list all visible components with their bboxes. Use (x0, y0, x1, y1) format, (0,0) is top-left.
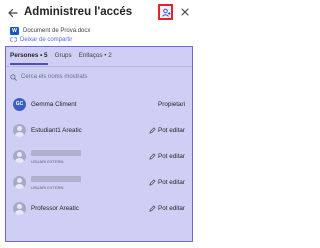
permission-dropdown[interactable]: Pot editar (149, 127, 185, 134)
avatar (13, 124, 26, 137)
share-people-icon (162, 8, 171, 17)
permission-dropdown[interactable]: Pot editar (149, 179, 185, 186)
permission-dropdown[interactable]: Pot editar (149, 153, 185, 160)
person-name: Estudiant1 Areatic (31, 127, 82, 134)
list-item[interactable]: Professor Areatic Pot editar (9, 198, 191, 220)
back-arrow-icon[interactable] (8, 8, 18, 18)
permission-label: Pot editar (158, 179, 185, 186)
avatar (13, 202, 26, 215)
tab-links[interactable]: Enllaços • 2 (79, 51, 112, 65)
pencil-icon (149, 179, 156, 186)
person-name: Professor Areatic (31, 205, 79, 212)
tab-list: Persones • 5 Grups Enllaços • 2 (10, 51, 119, 65)
tab-groups[interactable]: Grups (55, 51, 72, 65)
person-subtitle: USUARI EXTERN (31, 159, 64, 164)
list-item[interactable]: GC Gemma Climent Propietari (9, 94, 191, 116)
permission-dropdown[interactable]: Pot editar (149, 205, 185, 212)
stop-sharing-link[interactable]: Deixar de compartir (10, 35, 72, 44)
page-title: Administreu l'accés (24, 6, 133, 18)
avatar: GC (13, 98, 26, 111)
list-item[interactable]: USUARI EXTERN Pot editar (9, 172, 191, 194)
list-item[interactable]: Estudiant1 Areatic Pot editar (9, 120, 191, 142)
permission-label: Pot editar (158, 153, 185, 160)
header: Administreu l'accés (0, 0, 200, 26)
avatar (13, 150, 26, 163)
unlink-icon (10, 37, 17, 42)
share-people-button[interactable] (158, 4, 173, 20)
permission-label: Pot editar (158, 127, 185, 134)
person-subtitle: USUARI EXTERN (31, 185, 64, 190)
word-document-icon: W (10, 27, 19, 35)
stop-sharing-label: Deixar de compartir (20, 36, 73, 43)
permission-label: Pot editar (158, 205, 185, 212)
redacted-name (31, 176, 81, 182)
pencil-icon (149, 205, 156, 212)
close-icon[interactable] (180, 7, 190, 17)
person-name: Gemma Climent (31, 101, 77, 108)
pencil-icon (149, 153, 156, 160)
tab-people[interactable]: Persones • 5 (10, 51, 48, 65)
pencil-icon (149, 127, 156, 134)
access-panel: Persones • 5 Grups Enllaços • 2 Cerca el… (5, 46, 193, 242)
document-name: Document de Prova.docx (23, 28, 91, 34)
search-placeholder: Cerca els noms mostrats (21, 74, 88, 80)
redacted-name (31, 150, 81, 156)
search-input[interactable]: Cerca els noms mostrats (10, 71, 188, 83)
permission-label: Propietari (158, 101, 185, 108)
list-item[interactable]: USUARI EXTERN Pot editar (9, 146, 191, 168)
tab-divider (6, 66, 192, 67)
avatar (13, 176, 26, 189)
search-icon (10, 73, 17, 81)
